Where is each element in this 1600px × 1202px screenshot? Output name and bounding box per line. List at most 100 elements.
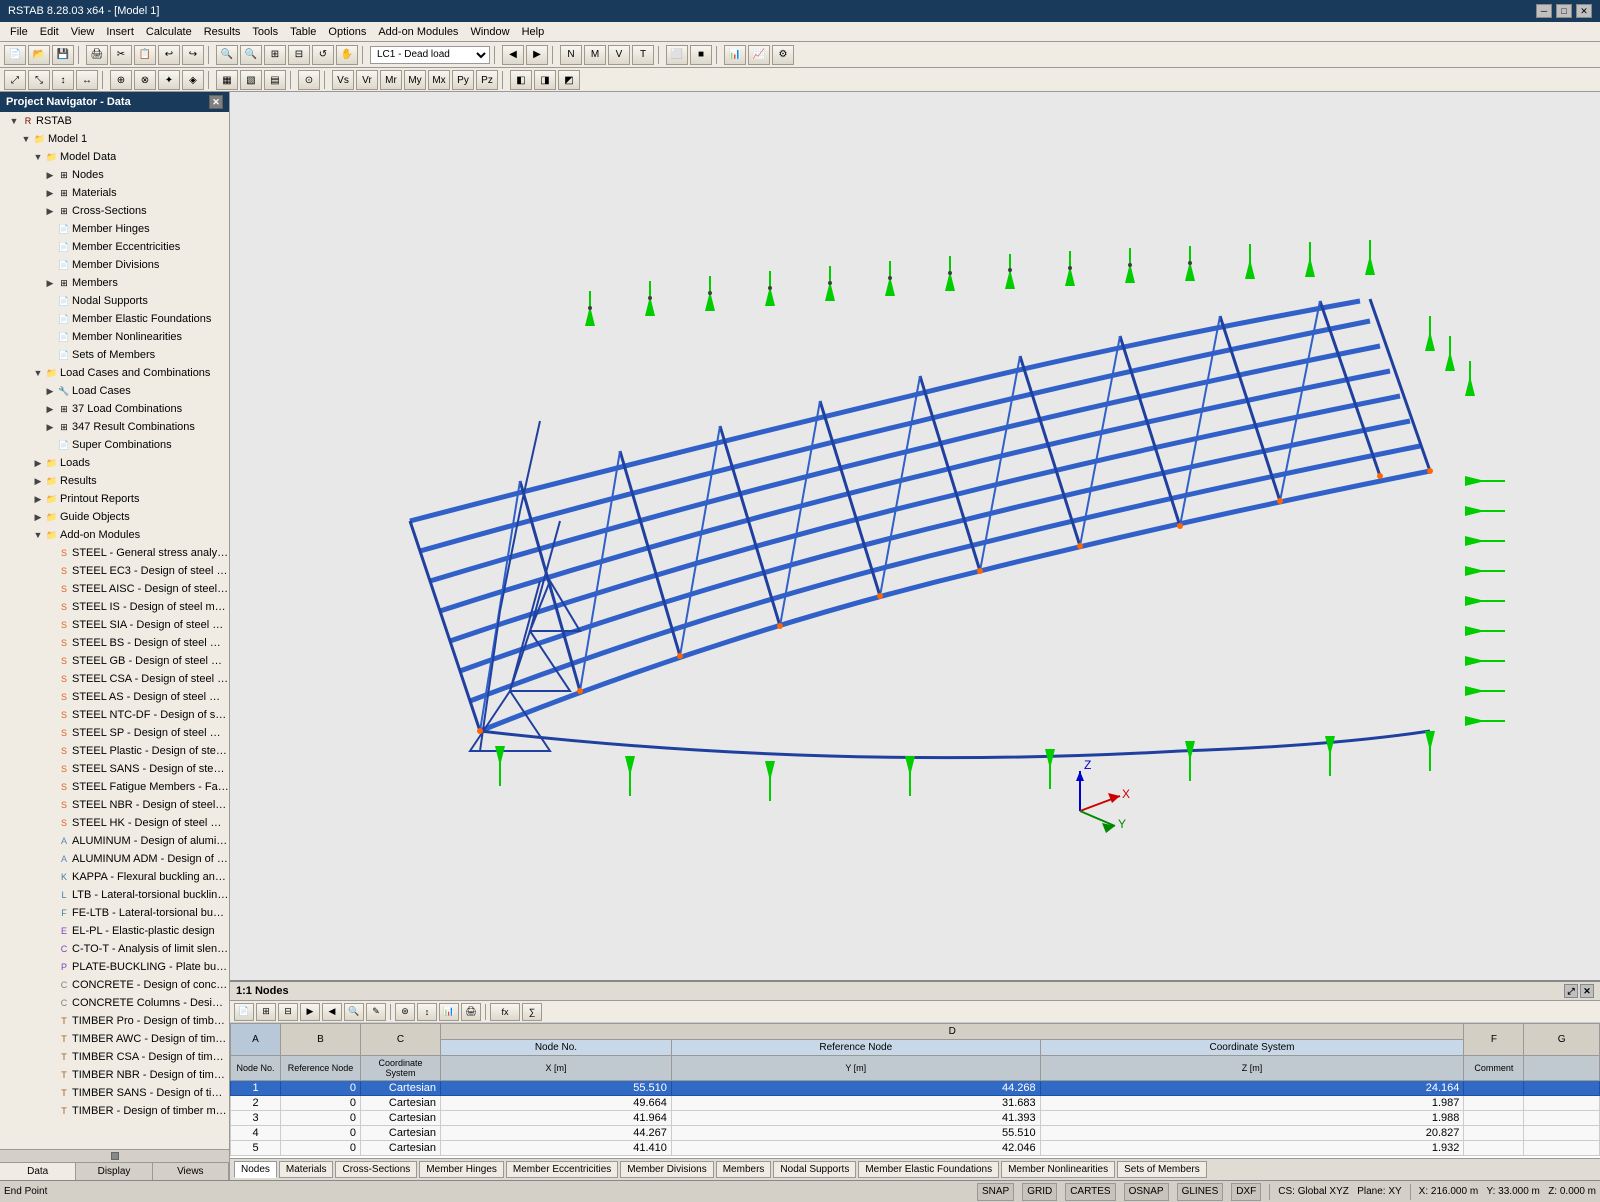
tb12[interactable]: N (560, 45, 582, 65)
tb38[interactable]: Pz (476, 70, 498, 90)
tb5[interactable]: 📋 (134, 45, 156, 65)
bottom-tab-cross-sections[interactable]: Cross-Sections (335, 1161, 417, 1178)
bottom-tab-sets-of-members[interactable]: Sets of Members (1117, 1161, 1207, 1178)
menu-results[interactable]: Results (198, 24, 247, 40)
menu-table[interactable]: Table (284, 24, 322, 40)
table-row[interactable]: 1 0 Cartesian 55.510 44.268 24.164 (231, 1081, 1600, 1096)
tb29[interactable]: ▦ (216, 70, 238, 90)
table-calc-btn[interactable]: ∑ (522, 1003, 542, 1021)
sidebar-item-347-result-combinations[interactable]: ▶ ⊞ 347 Result Combinations (0, 418, 229, 436)
tb21[interactable]: ⤢ (4, 70, 26, 90)
sidebar-item-timber-nbr[interactable]: T TIMBER NBR - Design of timber m (0, 1066, 229, 1084)
sidebar-item-load-cases-comb[interactable]: ▼ 📁 Load Cases and Combinations (0, 364, 229, 382)
sidebar-item-member-elastic-foundations[interactable]: 📄 Member Elastic Foundations (0, 310, 229, 328)
table-sort-btn[interactable]: ↕ (417, 1003, 437, 1021)
sidebar-item-kappa[interactable]: K KAPPA - Flexural buckling analysi (0, 868, 229, 886)
sidebar-item-nodes[interactable]: ▶ ⊞ Nodes (0, 166, 229, 184)
sidebar-item-member-hinges[interactable]: 📄 Member Hinges (0, 220, 229, 238)
sidebar-item-aluminum[interactable]: A ALUMINUM - Design of aluminum (0, 832, 229, 850)
sidebar-item-steel-sp[interactable]: S STEEL SP - Design of steel membe (0, 724, 229, 742)
sidebar-item-concrete-columns[interactable]: C CONCRETE Columns - Design of c (0, 994, 229, 1012)
sidebar-item-steel-general[interactable]: S STEEL - General stress analysis of (0, 544, 229, 562)
tb17[interactable]: 📈 (748, 45, 770, 65)
sidebar-item-model1[interactable]: ▼ 📁 Model 1 (0, 130, 229, 148)
render-solid[interactable]: ■ (690, 45, 712, 65)
table-row[interactable]: 3 0 Cartesian 41.964 41.393 1.988 (231, 1111, 1600, 1126)
table-btn-5[interactable]: ◀ (322, 1003, 342, 1021)
sidebar-item-guide-objects[interactable]: ▶ 📁 Guide Objects (0, 508, 229, 526)
tb13[interactable]: M (584, 45, 606, 65)
zoom-all[interactable]: ⊞ (264, 45, 286, 65)
bottom-tab-materials[interactable]: Materials (279, 1161, 334, 1178)
tb33[interactable]: Vr (356, 70, 378, 90)
table-btn-2[interactable]: ⊞ (256, 1003, 276, 1021)
data-table-container[interactable]: A B C D F G Node No. Reference Node Coor… (230, 1023, 1600, 1158)
sidebar-item-steel-csa[interactable]: S STEEL CSA - Design of steel memt (0, 670, 229, 688)
menu-insert[interactable]: Insert (100, 24, 140, 40)
tb7[interactable]: ↪ (182, 45, 204, 65)
sidebar-item-steel-nbr[interactable]: S STEEL NBR - Design of steel memb (0, 796, 229, 814)
bottom-tab-member-nonlinearities[interactable]: Member Nonlinearities (1001, 1161, 1115, 1178)
sidebar-item-member-eccentricities[interactable]: 📄 Member Eccentricities (0, 238, 229, 256)
tb35[interactable]: My (404, 70, 426, 90)
tb40[interactable]: ◨ (534, 70, 556, 90)
sidebar-tab-views[interactable]: Views (153, 1163, 229, 1180)
minimize-btn[interactable]: ─ (1536, 4, 1552, 18)
col-c-header[interactable]: C (361, 1024, 441, 1056)
new-btn[interactable]: 📄 (4, 45, 26, 65)
tb4[interactable]: ✂ (110, 45, 132, 65)
menu-calculate[interactable]: Calculate (140, 24, 198, 40)
table-row[interactable]: 2 0 Cartesian 49.664 31.683 1.987 (231, 1096, 1600, 1111)
tb3[interactable]: 🖨 (86, 45, 108, 65)
tb22[interactable]: ⤡ (28, 70, 50, 90)
table-row[interactable]: 4 0 Cartesian 44.267 55.510 20.827 (231, 1126, 1600, 1141)
tb14[interactable]: V (608, 45, 630, 65)
sidebar-item-super-combinations[interactable]: 📄 Super Combinations (0, 436, 229, 454)
col-d1-header[interactable]: Node No. (441, 1040, 672, 1056)
table-row[interactable]: 5 0 Cartesian 41.410 42.046 1.932 (231, 1141, 1600, 1156)
tb15[interactable]: T (632, 45, 654, 65)
tb26[interactable]: ⊗ (134, 70, 156, 90)
status-glines[interactable]: GLINES (1177, 1183, 1224, 1201)
col-coord-header[interactable]: Coordinate System (1040, 1040, 1464, 1056)
sidebar-item-nodal-supports[interactable]: 📄 Nodal Supports (0, 292, 229, 310)
menu-help[interactable]: Help (516, 24, 551, 40)
open-btn[interactable]: 📂 (28, 45, 50, 65)
sidebar-item-member-divisions[interactable]: 📄 Member Divisions (0, 256, 229, 274)
bottom-tab-member-elastic-foundations[interactable]: Member Elastic Foundations (858, 1161, 999, 1178)
bottom-tab-member-eccentricities[interactable]: Member Eccentricities (506, 1161, 618, 1178)
close-btn[interactable]: ✕ (1576, 4, 1592, 18)
sidebar-item-timber-pro[interactable]: T TIMBER Pro - Design of timber me (0, 1012, 229, 1030)
sidebar-close[interactable]: ✕ (209, 95, 223, 109)
tb24[interactable]: ↔ (76, 70, 98, 90)
tb23[interactable]: ↕ (52, 70, 74, 90)
maximize-btn[interactable]: □ (1556, 4, 1572, 18)
tb32[interactable]: Vs (332, 70, 354, 90)
status-osnap[interactable]: OSNAP (1124, 1183, 1169, 1201)
tb36[interactable]: Mx (428, 70, 450, 90)
pan[interactable]: ✋ (336, 45, 358, 65)
menu-addon-modules[interactable]: Add-on Modules (372, 24, 464, 40)
load-case-combo[interactable]: LC1 - Dead load (370, 46, 490, 64)
bottom-tab-members[interactable]: Members (716, 1161, 772, 1178)
sidebar-item-loads[interactable]: ▶ 📁 Loads (0, 454, 229, 472)
viewport-3d-container[interactable]: Z X Y (230, 92, 1600, 980)
tb6[interactable]: ↩ (158, 45, 180, 65)
tb30[interactable]: ▧ (240, 70, 262, 90)
col-d-header[interactable]: D (441, 1024, 1464, 1040)
sidebar-item-addon-modules[interactable]: ▼ 📁 Add-on Modules (0, 526, 229, 544)
sidebar-item-plate-buckling[interactable]: P PLATE-BUCKLING - Plate buckling (0, 958, 229, 976)
sidebar-item-timber[interactable]: T TIMBER - Design of timber memb (0, 1102, 229, 1120)
sidebar-item-fe-ltb[interactable]: F FE-LTB - Lateral-torsional buckling (0, 904, 229, 922)
menu-options[interactable]: Options (322, 24, 372, 40)
sidebar-item-results[interactable]: ▶ 📁 Results (0, 472, 229, 490)
sidebar-item-sets-of-members[interactable]: 📄 Sets of Members (0, 346, 229, 364)
tb41[interactable]: ◩ (558, 70, 580, 90)
sidebar-scroll-thumb[interactable] (111, 1152, 119, 1160)
sidebar-item-ltb[interactable]: L LTB - Lateral-torsional buckling ar (0, 886, 229, 904)
zoom-in[interactable]: 🔍 (216, 45, 238, 65)
sidebar-item-steel-as[interactable]: S STEEL AS - Design of steel membe (0, 688, 229, 706)
bottom-tab-nodal-supports[interactable]: Nodal Supports (773, 1161, 856, 1178)
tb31[interactable]: ▤ (264, 70, 286, 90)
zoom-out[interactable]: 🔍 (240, 45, 262, 65)
